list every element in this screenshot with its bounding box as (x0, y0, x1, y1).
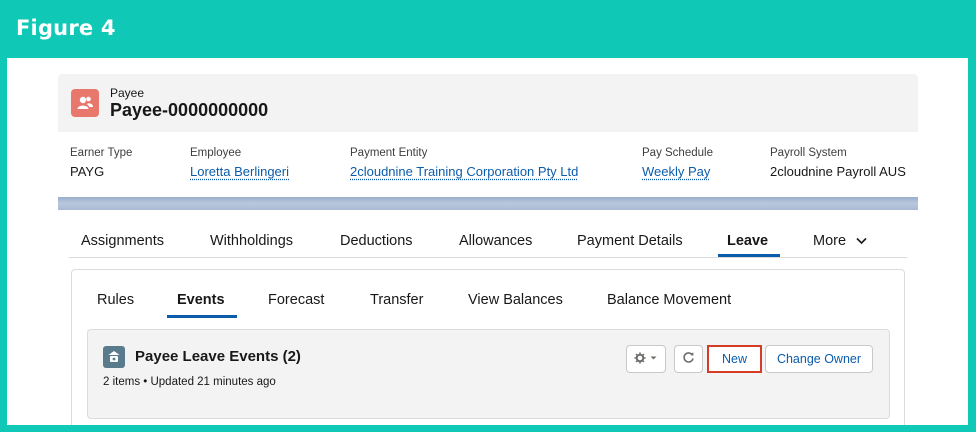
field-label: Payroll System (770, 147, 847, 159)
record-title: Payee-0000000000 (110, 100, 269, 120)
field-payment-entity: Payment Entity 2cloudnine Training Corpo… (350, 147, 578, 179)
field-earner-type: Earner Type PAYG (70, 147, 132, 179)
tab-more-label: More (813, 233, 847, 249)
list-actions-button[interactable] (626, 345, 666, 373)
active-subtab-indicator (167, 315, 237, 318)
figure-title: Figure 4 (16, 16, 116, 40)
payee-contact-icon (71, 89, 99, 117)
tab-assignments[interactable]: Assignments (81, 233, 164, 249)
decorative-band (58, 197, 918, 210)
field-value: 2cloudnine Payroll AUS (770, 164, 906, 179)
pay-schedule-link[interactable]: Weekly Pay (642, 164, 713, 179)
field-label: Employee (190, 147, 242, 159)
field-label: Payment Entity (350, 147, 428, 159)
employee-link[interactable]: Loretta Berlingeri (190, 164, 289, 179)
tab-more[interactable]: More (813, 233, 867, 249)
leave-events-icon (103, 346, 125, 368)
refresh-icon (682, 351, 695, 367)
screenshot-canvas: Payee Payee-0000000000 Earner Type PAYG … (7, 58, 968, 425)
refresh-button[interactable] (674, 345, 703, 373)
active-tab-indicator (718, 254, 780, 257)
subtab-transfer[interactable]: Transfer (370, 292, 423, 308)
field-label: Pay Schedule (642, 147, 713, 159)
related-list-title[interactable]: Payee Leave Events (2) (135, 348, 301, 365)
field-label: Earner Type (70, 147, 133, 159)
field-payroll-system: Payroll System 2cloudnine Payroll AUS (770, 147, 906, 179)
record-tabs: Assignments Withholdings Deductions Allo… (69, 220, 907, 258)
change-owner-button[interactable]: Change Owner (765, 345, 873, 373)
subtab-events[interactable]: Events (177, 292, 225, 308)
figure-frame: Figure 4 Payee Payee-0000000000 Earner T… (0, 0, 976, 432)
tab-allowances[interactable]: Allowances (459, 233, 532, 249)
subtab-forecast[interactable]: Forecast (268, 292, 324, 308)
tab-leave[interactable]: Leave (727, 233, 768, 249)
leave-card: Rules Events Forecast Transfer View Bala… (71, 269, 905, 425)
subtab-view-balances[interactable]: View Balances (468, 292, 563, 308)
field-pay-schedule: Pay Schedule Weekly Pay (642, 147, 713, 179)
tab-payment-details[interactable]: Payment Details (577, 233, 683, 249)
gear-icon (634, 352, 658, 367)
related-list-meta: 2 items • Updated 21 minutes ago (103, 376, 276, 388)
field-employee: Employee Loretta Berlingeri (190, 147, 289, 179)
record-object-label: Payee (110, 86, 145, 100)
chevron-down-icon (856, 233, 867, 249)
record-header: Payee Payee-0000000000 (58, 74, 918, 132)
new-button[interactable]: New (707, 345, 762, 373)
related-list-leave-events: Payee Leave Events (2) 2 items • Updated… (87, 329, 890, 419)
subtab-balance-movement[interactable]: Balance Movement (607, 292, 731, 308)
field-value: PAYG (70, 164, 105, 179)
leave-subtabs: Rules Events Forecast Transfer View Bala… (72, 270, 904, 320)
subtab-rules[interactable]: Rules (97, 292, 134, 308)
tab-deductions[interactable]: Deductions (340, 233, 413, 249)
tab-withholdings[interactable]: Withholdings (210, 233, 293, 249)
payment-entity-link[interactable]: 2cloudnine Training Corporation Pty Ltd (350, 164, 578, 179)
